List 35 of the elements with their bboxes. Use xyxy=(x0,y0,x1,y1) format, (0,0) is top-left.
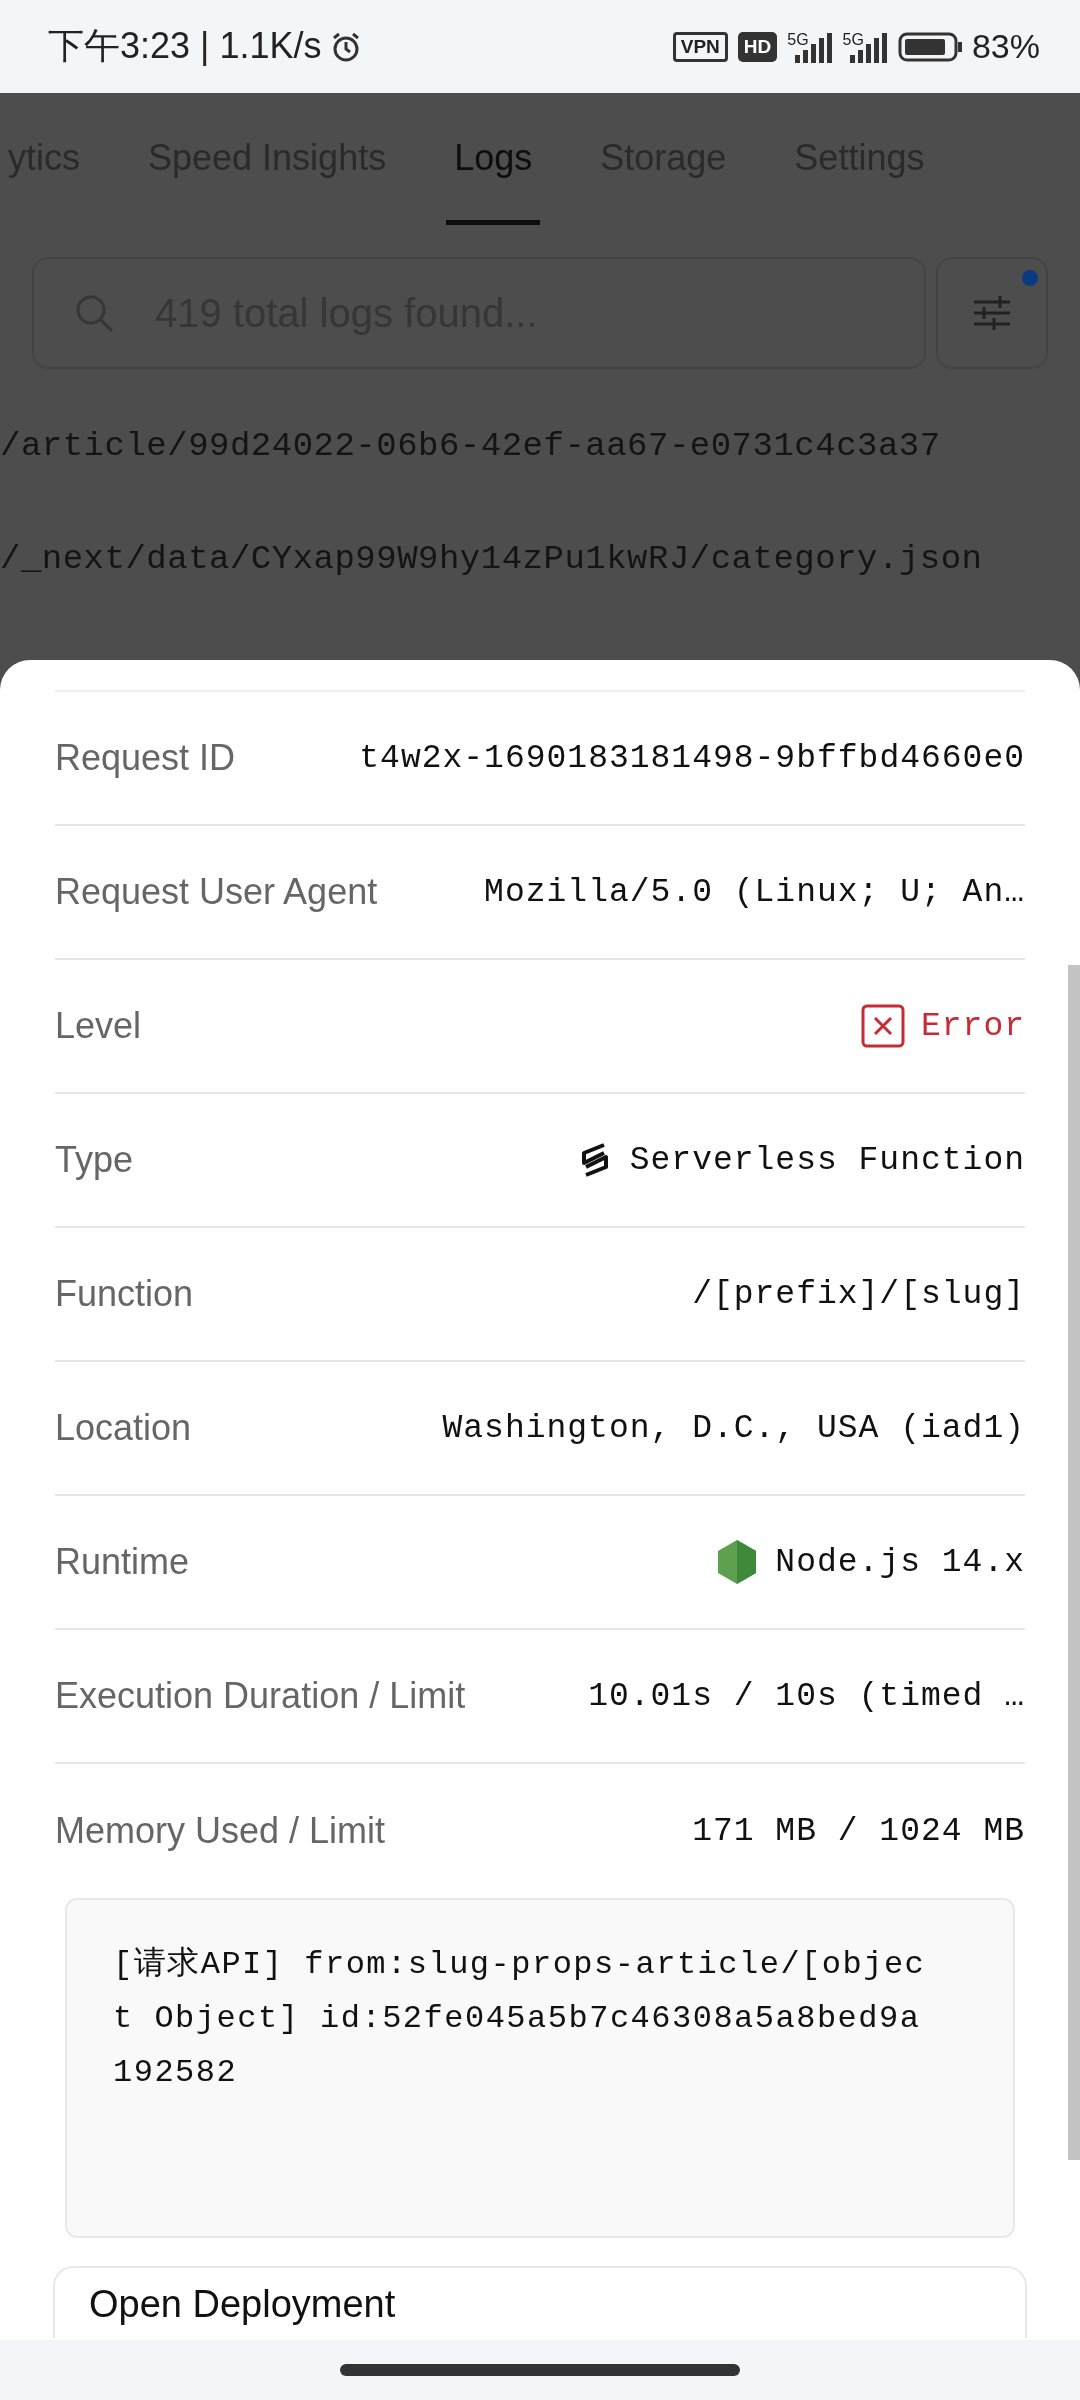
hd-indicator: HD xyxy=(737,31,778,62)
error-icon xyxy=(860,1004,905,1048)
field-label: Location xyxy=(55,1407,192,1449)
field-label: Function xyxy=(55,1273,194,1315)
search-icon xyxy=(74,293,114,333)
field-value: t4w2x-1690183181498-9bffbd4660e0 xyxy=(359,739,1025,777)
field-value: Error xyxy=(920,1007,1025,1045)
field-label: Runtime xyxy=(55,1541,190,1583)
filter-button[interactable] xyxy=(936,257,1048,369)
field-label: Memory Used / Limit xyxy=(55,1810,386,1852)
tab[interactable]: Logs xyxy=(446,93,541,225)
home-indicator[interactable] xyxy=(340,2364,740,2376)
battery-percent: 83% xyxy=(971,27,1040,66)
status-time: 下午3:23 | 1.1K/s xyxy=(48,24,322,68)
field-label: Level xyxy=(55,1005,142,1047)
field-value: 171 MB / 1024 MB xyxy=(692,1812,1025,1850)
field-label: Execution Duration / Limit xyxy=(55,1675,466,1717)
open-deployment-card[interactable]: Open Deployment xyxy=(53,2266,1027,2338)
log-message: [请求API] from:slug-props-article/[object Object] id:52fe045a5b7c46308a5a8bed9a192582 xyxy=(113,1945,927,2093)
field-value: Mozilla/5.0 (Linux; U; An… xyxy=(484,873,1025,911)
field-label: Type xyxy=(55,1139,134,1181)
field-value: Washington, D.C., USA (iad1) xyxy=(442,1409,1025,1447)
network-label: 5G xyxy=(842,30,864,49)
field-label: Request ID xyxy=(55,737,236,779)
field-value: Serverless Function xyxy=(629,1141,1025,1179)
field-value: /[prefix]/[slug] xyxy=(692,1275,1025,1313)
battery-icon xyxy=(897,31,962,62)
log-entry[interactable]: /_next/data/CYxap99W9hy14zPu1kwRJ/category.json xyxy=(0,502,1080,615)
vpn-indicator: VPN xyxy=(672,31,728,62)
log-entry[interactable]: /article/99d24022-06b6-42ef-aa67-e0731c4c3a37 xyxy=(0,389,1080,502)
sliders-icon xyxy=(972,293,1012,333)
field-value: 10.01s / 10s (timed … xyxy=(588,1677,1025,1715)
field-label: Request User Agent xyxy=(55,871,378,913)
field-value: Node.js 14.x xyxy=(775,1543,1025,1581)
network-label: 5G xyxy=(787,30,809,49)
